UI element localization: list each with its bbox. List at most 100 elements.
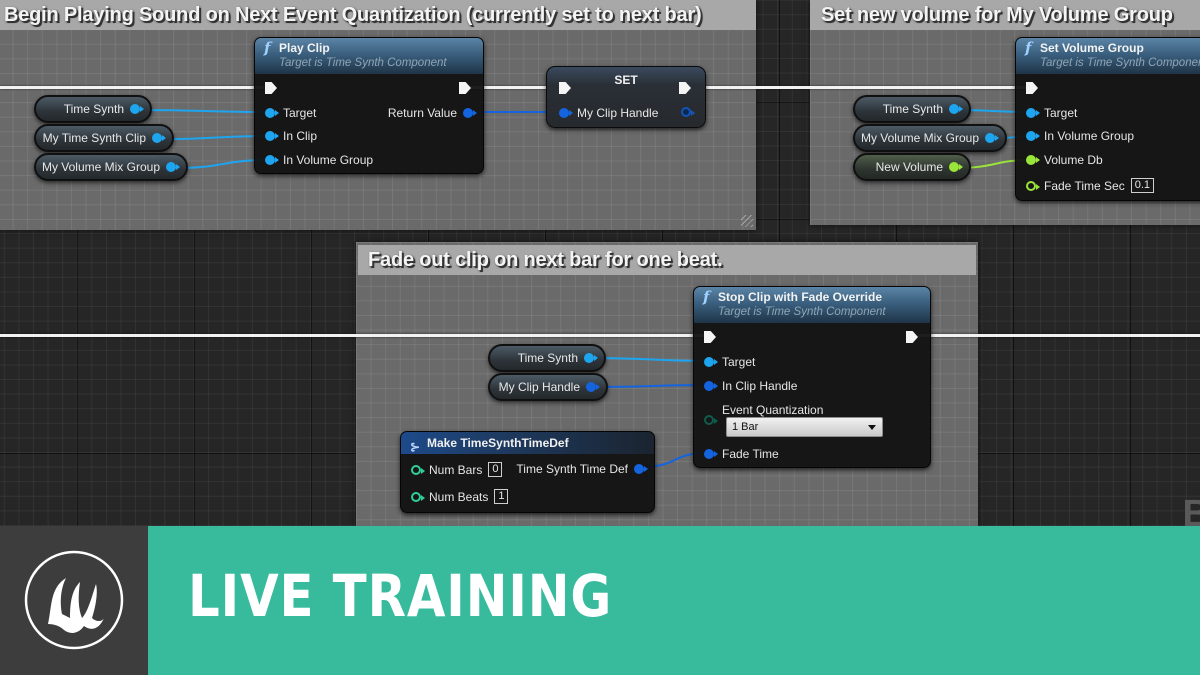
- pin-fade-time[interactable]: Fade Time: [704, 447, 779, 461]
- pin-label: In Volume Group: [1044, 129, 1135, 143]
- object-pin-icon: [704, 357, 718, 367]
- var-my-time-synth-clip[interactable]: My Time Synth Clip: [34, 124, 174, 152]
- node-header: ⊱ Make TimeSynthTimeDef: [401, 432, 654, 454]
- var-new-volume[interactable]: New Volume: [853, 153, 971, 181]
- pin-in-volume-group[interactable]: In Volume Group: [1026, 129, 1134, 143]
- object-pin-icon: [1026, 108, 1040, 118]
- node-subtitle: Target is Time Synth Component: [1040, 57, 1200, 69]
- comment-title: Begin Playing Sound on Next Event Quanti…: [0, 0, 756, 30]
- unreal-logo-panel: [0, 526, 148, 675]
- unreal-engine-logo-icon: [24, 550, 124, 650]
- var-my-volume-mix-group[interactable]: My Volume Mix Group: [34, 153, 188, 181]
- var-label: Time Synth: [517, 351, 578, 365]
- num-beats-input[interactable]: 1: [494, 489, 509, 504]
- pin-num-beats[interactable]: Num Beats 1: [411, 489, 509, 504]
- make-time-synth-time-def-node[interactable]: ⊱ Make TimeSynthTimeDef Num Bars 0 Num B…: [400, 431, 655, 513]
- var-label: Time Synth: [63, 102, 124, 116]
- event-quantization-dropdown[interactable]: 1 Bar: [726, 417, 883, 437]
- pin-label: Time Synth Time Def: [516, 462, 628, 476]
- float-pin-icon: [949, 162, 963, 172]
- pin-num-bars[interactable]: Num Bars 0: [411, 462, 503, 477]
- exec-in-pin[interactable]: [265, 82, 277, 94]
- node-header: f Set Volume Group Target is Time Synth …: [1016, 38, 1200, 74]
- num-bars-input[interactable]: 0: [488, 462, 503, 477]
- pin-label: Fade Time: [722, 447, 779, 461]
- object-pin-icon: [985, 133, 999, 143]
- exec-wire: [692, 86, 1027, 89]
- banner-title: LIVE TRAINING: [188, 562, 613, 630]
- struct-pin-icon: [681, 107, 695, 117]
- pin-in-clip[interactable]: In Clip: [265, 129, 317, 143]
- float-pin-icon: [1026, 180, 1040, 191]
- pin-return-value[interactable]: Return Value: [388, 106, 477, 120]
- pin-event-quantization[interactable]: [704, 415, 722, 425]
- play-clip-node[interactable]: f Play Clip Target is Time Synth Compone…: [254, 37, 484, 174]
- var-time-synth[interactable]: Time Synth: [488, 344, 606, 372]
- object-pin-icon: [265, 131, 279, 141]
- struct-pin-icon: [463, 108, 477, 118]
- var-time-synth[interactable]: Time Synth: [853, 95, 971, 123]
- object-pin-icon: [1026, 131, 1040, 141]
- struct-pin-icon: [704, 381, 718, 391]
- pin-label: In Volume Group: [283, 153, 374, 167]
- pin-label: Num Bars: [429, 462, 483, 477]
- stop-clip-node[interactable]: f Stop Clip with Fade Override Target is…: [693, 286, 931, 468]
- exec-in-pin[interactable]: [704, 331, 716, 343]
- pin-time-synth-time-def[interactable]: Time Synth Time Def: [516, 462, 648, 476]
- object-pin-icon: [166, 162, 180, 172]
- pin-target[interactable]: Target: [704, 355, 755, 369]
- var-time-synth[interactable]: Time Synth: [34, 95, 152, 123]
- pin-label: Volume Db: [1044, 153, 1103, 167]
- object-pin-icon: [584, 353, 598, 363]
- pin-in-clip-handle[interactable]: In Clip Handle: [704, 379, 797, 393]
- int-pin-icon: [411, 464, 425, 475]
- pin-label-event-quantization: Event Quantization: [722, 403, 824, 417]
- pin-label: In Clip Handle: [722, 379, 798, 393]
- resize-grip[interactable]: [741, 215, 753, 227]
- live-training-banner: LIVE TRAINING: [148, 526, 1200, 675]
- var-my-volume-mix-group[interactable]: My Volume Mix Group: [853, 124, 1007, 152]
- exec-wire: [0, 86, 264, 89]
- fade-time-sec-input[interactable]: 0.1: [1130, 178, 1154, 193]
- node-title: Stop Clip with Fade Override: [718, 290, 883, 304]
- var-label: My Time Synth Clip: [42, 131, 146, 145]
- int-pin-icon: [411, 491, 425, 502]
- set-volume-group-node[interactable]: f Set Volume Group Target is Time Synth …: [1015, 37, 1200, 201]
- exec-in-pin[interactable]: [1026, 82, 1038, 94]
- make-struct-icon: ⊱: [410, 440, 421, 454]
- struct-pin-icon: [586, 382, 600, 392]
- set-node[interactable]: SET My Clip Handle: [546, 66, 706, 128]
- exec-wire: [0, 334, 705, 337]
- var-label: My Volume Mix Group: [860, 131, 979, 145]
- comment-title: Fade out clip on next bar for one beat.: [358, 245, 976, 275]
- function-icon: f: [1025, 39, 1032, 57]
- pin-label: Target: [283, 106, 317, 120]
- struct-pin-icon: [704, 449, 718, 459]
- var-my-clip-handle[interactable]: My Clip Handle: [488, 373, 608, 401]
- dropdown-value: 1 Bar: [732, 421, 759, 433]
- pin-fade-time-sec[interactable]: Fade Time Sec 0.1: [1026, 178, 1154, 193]
- pin-target[interactable]: Target: [265, 106, 316, 120]
- pin-label: Num Beats: [429, 489, 489, 504]
- pin-in-volume-group[interactable]: In Volume Group: [265, 153, 373, 167]
- pin-volume-db[interactable]: Volume Db: [1026, 153, 1103, 167]
- pin-label: My Clip Handle: [577, 106, 659, 120]
- object-pin-icon: [949, 104, 963, 114]
- pin-label: In Clip: [283, 129, 318, 143]
- enum-pin-icon: [704, 415, 718, 425]
- object-pin-icon: [152, 133, 166, 143]
- chevron-down-icon: [868, 425, 876, 430]
- function-icon: f: [264, 39, 271, 57]
- pin-target[interactable]: Target: [1026, 106, 1077, 120]
- pin-label: Target: [722, 355, 756, 369]
- exec-out-pin[interactable]: [906, 331, 918, 343]
- object-pin-icon: [130, 104, 144, 114]
- var-label: New Volume: [875, 160, 943, 174]
- pin-my-clip-handle[interactable]: My Clip Handle: [559, 106, 658, 120]
- pin-my-clip-handle-out[interactable]: [681, 107, 695, 117]
- exec-wire: [918, 334, 1200, 337]
- function-icon: f: [703, 288, 710, 306]
- pin-label: Target: [1044, 106, 1078, 120]
- node-subtitle: Target is Time Synth Component: [279, 57, 447, 69]
- exec-out-pin[interactable]: [459, 82, 471, 94]
